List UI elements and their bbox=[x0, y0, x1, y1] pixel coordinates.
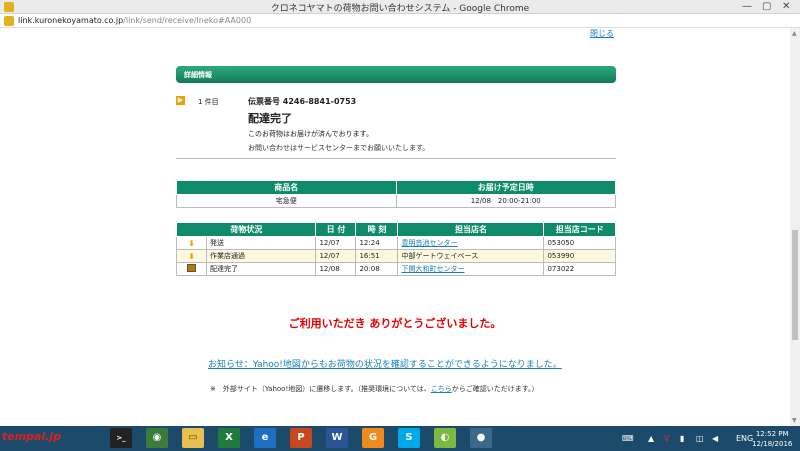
keyboard-icon[interactable]: ⌨ bbox=[622, 434, 634, 443]
file-explorer-icon[interactable]: ▭ bbox=[182, 428, 204, 448]
battery-icon[interactable]: ▮ bbox=[680, 434, 684, 443]
table-row: 宅急便 12/08 20:00-21:00 bbox=[176, 194, 616, 208]
green-app-icon[interactable]: ◐ bbox=[434, 428, 456, 448]
date-cell: 12/07 bbox=[315, 249, 357, 263]
clock-date: 12/18/2016 bbox=[752, 440, 793, 448]
arrow-down-icon: ⬇ bbox=[188, 238, 195, 248]
terminal-icon[interactable]: >_ bbox=[110, 428, 132, 448]
language-indicator[interactable]: ENG bbox=[736, 434, 753, 443]
scroll-up-icon[interactable]: ▲ bbox=[792, 30, 797, 37]
item-arrow-icon: ▶ bbox=[176, 96, 185, 105]
time-cell: 16:51 bbox=[355, 249, 399, 263]
yahoo-map-notice-link[interactable]: お知らせ：Yahoo!地図からもお荷物の状況を確認することができるようになりまし… bbox=[208, 357, 562, 370]
package-box-icon bbox=[187, 264, 196, 272]
product-name-cell: 宅急便 bbox=[176, 194, 397, 208]
thank-you-message: ご利用いただき ありがとうございました。 bbox=[288, 317, 502, 330]
maximize-button[interactable]: ▢ bbox=[762, 1, 771, 12]
product-table: 商品名 お届け予定日時 宅急便 12/08 20:00-21:00 bbox=[176, 180, 616, 208]
url-text[interactable]: link.kuronekoyamato.co.jp/link/send/rece… bbox=[18, 16, 251, 25]
store-cell: 中部ゲートウェイベース bbox=[397, 249, 545, 263]
url-path: /link/send/receive/lneko#AA000 bbox=[123, 16, 252, 25]
volume-icon[interactable]: ◀ bbox=[712, 434, 718, 443]
store-cell: 下関大和町センター bbox=[397, 262, 545, 276]
scrollbar-thumb[interactable] bbox=[792, 230, 798, 340]
window-title: クロネコヤマトの荷物お問い合わせシステム - Google Chrome bbox=[270, 4, 530, 14]
antivirus-icon[interactable]: V bbox=[664, 434, 669, 443]
column-header: 日 付 bbox=[315, 222, 357, 237]
store-code-cell: 073022 bbox=[543, 262, 616, 276]
address-bar[interactable]: link.kuronekoyamato.co.jp/link/send/rece… bbox=[0, 14, 800, 28]
close-link[interactable]: 閉じる bbox=[590, 28, 614, 39]
tray-arrow-icon[interactable]: ▲ bbox=[648, 434, 654, 443]
skype-icon[interactable]: S bbox=[398, 428, 420, 448]
chrome-icon[interactable]: ● bbox=[470, 428, 492, 448]
url-host: link.kuronekoyamato.co.jp bbox=[18, 16, 124, 25]
status-icon-cell bbox=[176, 262, 207, 276]
recommended-env-link[interactable]: こちら bbox=[431, 385, 452, 393]
store-code-cell: 053990 bbox=[543, 249, 616, 263]
vertical-scrollbar[interactable]: ▲ ▼ bbox=[790, 28, 800, 426]
date-cell: 12/08 bbox=[315, 262, 357, 276]
column-header: お届け予定日時 bbox=[395, 180, 616, 195]
watermark: tempai.jp bbox=[2, 430, 62, 443]
status-icon-cell: ⬇ bbox=[176, 249, 207, 263]
clock-time: 12:52 PM bbox=[755, 430, 789, 438]
date-cell: 12/07 bbox=[315, 236, 357, 250]
divider bbox=[176, 158, 616, 159]
contact-message: お問い合わせはサービスセンターまでお願いいたします。 bbox=[248, 144, 430, 152]
network-globe-icon[interactable]: ◉ bbox=[146, 428, 168, 448]
table-row: 配達完了 12/08 20:08 下関大和町センター 073022 bbox=[176, 262, 616, 276]
arrow-down-icon: ⬇ bbox=[188, 251, 195, 261]
powerpoint-icon[interactable]: P bbox=[290, 428, 312, 448]
note-prefix: ※ 外部サイト（Yahoo!地図）に遷移します。（推奨環境については、 bbox=[210, 385, 431, 393]
status-cell: 作業店通過 bbox=[205, 249, 317, 263]
status-cell: 配達完了 bbox=[205, 262, 317, 276]
store-code-cell: 053050 bbox=[543, 236, 616, 250]
minimize-button[interactable]: — bbox=[742, 1, 752, 12]
store-link[interactable]: 豊明沓池センター bbox=[401, 239, 457, 247]
tracking-number: 伝票番号 4246-8841-0753 bbox=[248, 97, 357, 106]
store-link[interactable]: 下関大和町センター bbox=[401, 265, 464, 273]
status-icon-cell: ⬇ bbox=[176, 236, 207, 250]
internet-explorer-icon[interactable]: e bbox=[254, 428, 276, 448]
table-row: ⬇ 作業店通過 12/07 16:51 中部ゲートウェイベース 053990 bbox=[176, 249, 616, 263]
clock[interactable]: 12:52 PM 12/18/2016 bbox=[752, 429, 792, 449]
site-favicon-icon bbox=[4, 16, 14, 26]
status-cell: 発送 bbox=[205, 236, 317, 250]
column-header: 商品名 bbox=[176, 180, 397, 195]
column-header: 担当店名 bbox=[397, 222, 545, 237]
section-header: 詳細情報 bbox=[176, 66, 616, 83]
network-icon[interactable]: ◫ bbox=[696, 434, 704, 443]
page-content: 閉じる 詳細情報 ▶ 1 件目 伝票番号 4246-8841-0753 配達完了… bbox=[0, 28, 790, 426]
g-app-icon[interactable]: G bbox=[362, 428, 384, 448]
column-header: 担当店コード bbox=[543, 222, 616, 237]
excel-icon[interactable]: X bbox=[218, 428, 240, 448]
window-title-bar: クロネコヤマトの荷物お問い合わせシステム - Google Chrome — ▢… bbox=[0, 0, 800, 14]
table-row: ⬇ 発送 12/07 12:24 豊明沓池センター 053050 bbox=[176, 236, 616, 250]
word-icon[interactable]: W bbox=[326, 428, 348, 448]
column-header: 荷物状況 bbox=[175, 222, 317, 237]
store-cell: 豊明沓池センター bbox=[397, 236, 545, 250]
time-cell: 12:24 bbox=[355, 236, 399, 250]
close-window-button[interactable]: ✕ bbox=[782, 1, 790, 12]
column-header: 時 刻 bbox=[355, 222, 399, 237]
external-site-note: ※ 外部サイト（Yahoo!地図）に遷移します。（推奨環境については、こちらから… bbox=[210, 384, 539, 394]
item-number: 1 件目 bbox=[198, 98, 219, 106]
delivery-date-cell: 12/08 20:00-21:00 bbox=[395, 194, 616, 208]
note-suffix: からご確認いただけます。） bbox=[451, 385, 539, 393]
tracking-history-table: 荷物状況 日 付 時 刻 担当店名 担当店コード ⬇ 発送 12/07 12:2… bbox=[175, 222, 616, 276]
delivery-status-title: 配達完了 bbox=[248, 112, 292, 125]
status-message: このお荷物はお届けが済んでおります。 bbox=[248, 130, 373, 138]
time-cell: 20:08 bbox=[355, 262, 399, 276]
scroll-down-icon[interactable]: ▼ bbox=[792, 417, 797, 424]
